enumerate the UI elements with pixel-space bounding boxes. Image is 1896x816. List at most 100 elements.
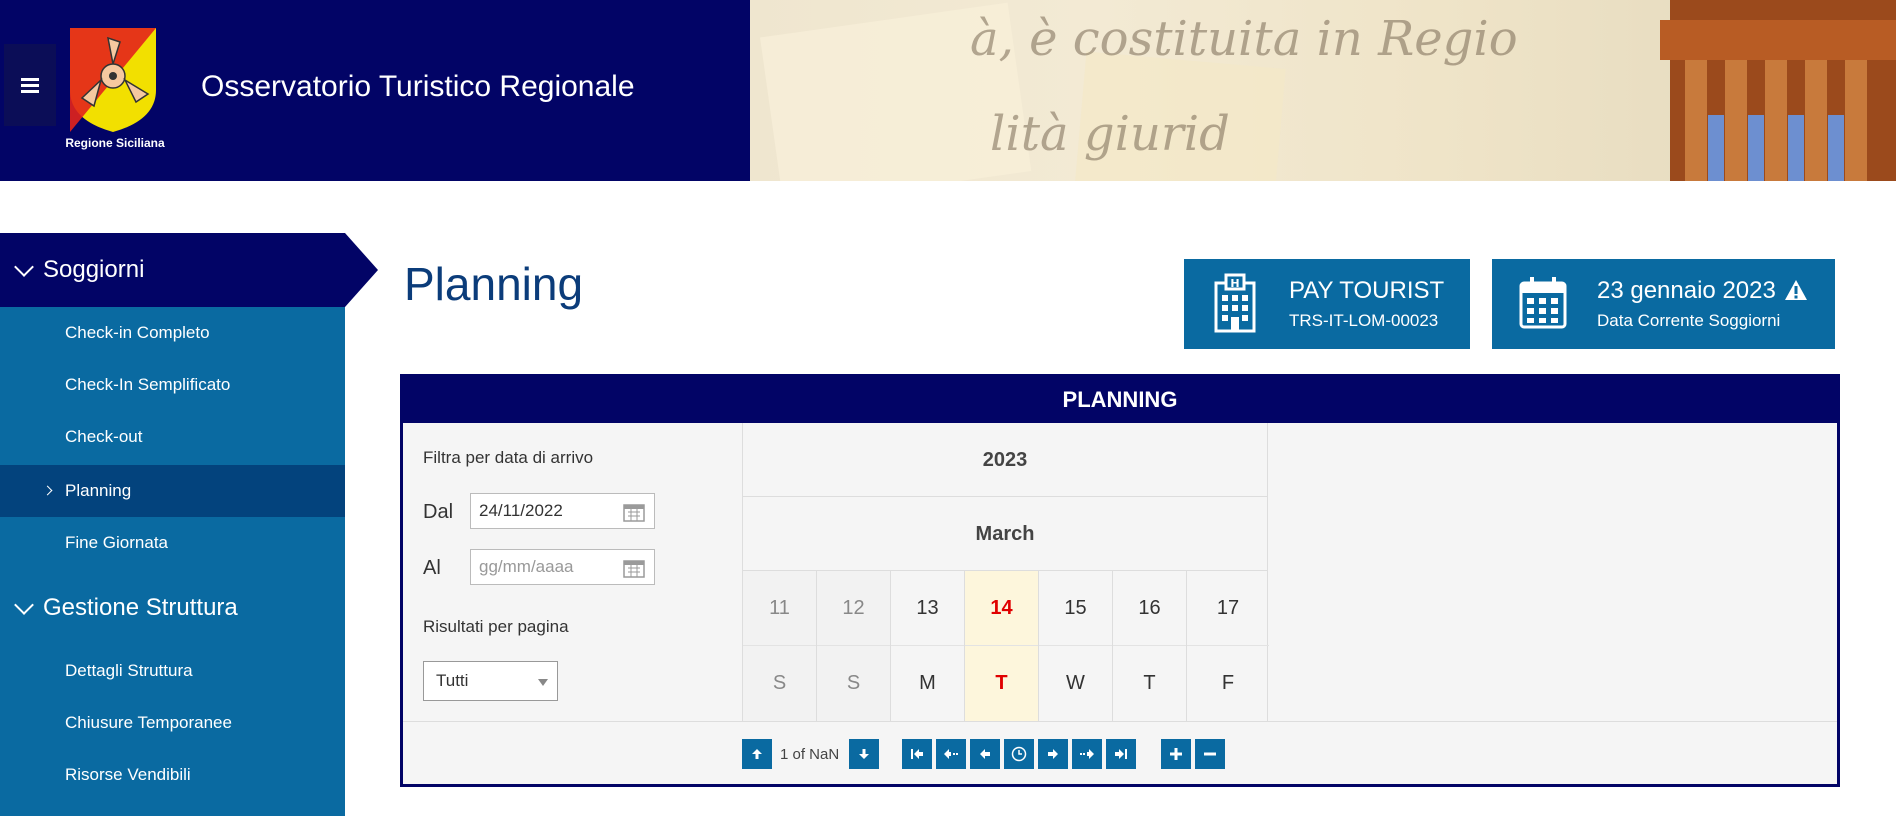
calendar-days-row: 11 S 12 S 13 M 14 T 15 W 16 T 17 F bbox=[743, 571, 1269, 721]
header-banner-image: à, è costituita in Regio lità giurid bbox=[750, 0, 1896, 181]
sidebar-section-soggiorni[interactable]: Soggiorni bbox=[0, 233, 378, 307]
to-label: Al bbox=[423, 557, 441, 579]
prev-icon bbox=[980, 749, 990, 759]
weekday-letter: T bbox=[995, 672, 1008, 694]
chevron-right-icon bbox=[42, 485, 53, 496]
weekday-letter: T bbox=[1143, 672, 1156, 694]
sidebar-item-label: Check-In Semplificato bbox=[65, 375, 231, 394]
weekday-letter: F bbox=[1221, 672, 1235, 694]
day-number: 12 bbox=[842, 597, 865, 619]
sidebar-item-label: Chiusure Temporanee bbox=[65, 713, 232, 732]
calendar-icon[interactable] bbox=[623, 558, 645, 578]
weekday-letter: S bbox=[772, 672, 787, 694]
day-number: 14 bbox=[990, 597, 1013, 619]
sidebar-item-label: Check-in Completo bbox=[65, 323, 210, 342]
next-page-button[interactable] bbox=[1072, 739, 1102, 769]
calendar-toolbar: 1 of NaN bbox=[403, 721, 1837, 784]
calendar-day[interactable]: 13 M bbox=[891, 571, 965, 721]
structure-code: TRS-IT-LOM-00023 bbox=[1289, 311, 1439, 330]
banner-script-line-2: lità giurid bbox=[990, 106, 1230, 162]
weekday-letter: W bbox=[1066, 672, 1085, 694]
menu-icon bbox=[21, 83, 39, 87]
sidebar-item-label: Fine Giornata bbox=[65, 533, 168, 552]
svg-text:H: H bbox=[1230, 277, 1239, 290]
zoom-in-button[interactable] bbox=[1161, 739, 1191, 769]
chevron-down-icon bbox=[14, 595, 34, 615]
structure-card[interactable]: H PAY TOURIST TRS-IT-LOM-00023 bbox=[1184, 259, 1470, 349]
to-date-placeholder: gg/mm/aaaa bbox=[479, 557, 574, 576]
site-header: Regione Siciliana Osservatorio Turistico… bbox=[0, 0, 1896, 181]
prev-page-button[interactable] bbox=[936, 739, 966, 769]
sidebar-item-chiusure-temporanee[interactable]: Chiusure Temporanee bbox=[0, 697, 345, 749]
banner-script-line-1: à, è costituita in Regio bbox=[970, 11, 1518, 67]
calendar-day-today[interactable]: 14 T bbox=[965, 571, 1039, 721]
sidebar-item-label: Check-out bbox=[65, 427, 143, 446]
today-button[interactable] bbox=[1004, 739, 1034, 769]
calendar-day[interactable]: 16 T bbox=[1113, 571, 1187, 721]
to-date-input[interactable]: gg/mm/aaaa bbox=[470, 549, 655, 585]
scroll-up-button[interactable] bbox=[742, 739, 772, 769]
from-date-input[interactable]: 24/11/2022 bbox=[470, 493, 655, 529]
next-page-icon bbox=[1080, 749, 1094, 759]
sidebar-item-check-out[interactable]: Check-out bbox=[0, 411, 345, 463]
last-button[interactable] bbox=[1106, 739, 1136, 769]
scroll-down-button[interactable] bbox=[849, 739, 879, 769]
day-number: 17 bbox=[1216, 597, 1240, 619]
last-icon bbox=[1115, 749, 1127, 759]
logo-caption: Regione Siciliana bbox=[65, 136, 165, 150]
hotel-icon: H bbox=[1214, 273, 1256, 333]
calendar-icon[interactable] bbox=[623, 502, 645, 522]
planning-panel-title: PLANNING bbox=[403, 377, 1837, 423]
from-date-value: 24/11/2022 bbox=[479, 501, 563, 520]
arrow-up-icon bbox=[752, 749, 762, 759]
current-date-caption: Data Corrente Soggiorni bbox=[1597, 311, 1781, 330]
regione-logo[interactable]: Regione Siciliana bbox=[60, 28, 170, 154]
day-number: 13 bbox=[916, 597, 939, 619]
prev-page-icon bbox=[944, 749, 958, 759]
calendar-year: 2023 bbox=[743, 423, 1267, 497]
planning-calendar: 2023 March 11 S 12 S 13 M 14 T 15 W 16 T 17 F bbox=[742, 423, 1269, 721]
zoom-out-button[interactable] bbox=[1195, 739, 1225, 769]
calendar-day[interactable]: 17 F bbox=[1187, 571, 1269, 721]
trinacria-shield-icon bbox=[70, 28, 156, 132]
page-title: Planning bbox=[404, 258, 584, 310]
calendar-month: March bbox=[743, 497, 1267, 571]
caret-down-icon bbox=[538, 679, 548, 686]
minus-icon bbox=[1204, 752, 1216, 756]
section-label: Gestione Struttura bbox=[43, 594, 238, 621]
hamburger-menu-button[interactable] bbox=[4, 44, 56, 126]
sidebar-item-label: Dettagli Struttura bbox=[65, 661, 193, 680]
clock-icon bbox=[1011, 746, 1027, 762]
weekday-letter: M bbox=[919, 672, 936, 694]
warning-icon bbox=[1784, 279, 1807, 300]
calendar-day[interactable]: 12 S bbox=[817, 571, 891, 721]
first-icon bbox=[911, 749, 923, 759]
next-button[interactable] bbox=[1038, 739, 1068, 769]
sidebar-item-planning[interactable]: Planning bbox=[0, 465, 345, 517]
current-date-card[interactable]: 23 gennaio 2023 Data Corrente Soggiorni bbox=[1492, 259, 1835, 349]
sidebar-item-label: Planning bbox=[65, 481, 132, 500]
from-label: Dal bbox=[423, 501, 454, 523]
first-button[interactable] bbox=[902, 739, 932, 769]
structure-name: PAY TOURIST bbox=[1289, 277, 1445, 304]
page-size-select[interactable]: Tutti bbox=[423, 661, 558, 701]
current-date: 23 gennaio 2023 bbox=[1597, 277, 1776, 304]
calendar-day[interactable]: 15 W bbox=[1039, 571, 1113, 721]
filter-caption: Filtra per data di arrivo bbox=[423, 448, 594, 467]
sidebar-nav: Soggiorni Check-in Completo Check-In Sem… bbox=[0, 233, 378, 816]
plus-icon bbox=[1170, 748, 1182, 760]
prev-button[interactable] bbox=[970, 739, 1000, 769]
sidebar-item-dettagli-struttura[interactable]: Dettagli Struttura bbox=[0, 645, 345, 697]
arrow-down-icon bbox=[859, 749, 869, 759]
sidebar-item-fine-giornata[interactable]: Fine Giornata bbox=[0, 517, 345, 569]
sidebar-item-check-in-completo[interactable]: Check-in Completo bbox=[0, 307, 345, 359]
calendar-day[interactable]: 11 S bbox=[743, 571, 817, 721]
sidebar-item-risorse-vendibili[interactable]: Risorse Vendibili bbox=[0, 749, 345, 801]
day-number: 15 bbox=[1064, 597, 1087, 619]
page-size-value: Tutti bbox=[436, 671, 469, 690]
sidebar-item-check-in-semplificato[interactable]: Check-In Semplificato bbox=[0, 359, 345, 411]
sidebar-section-gestione-struttura[interactable]: Gestione Struttura bbox=[0, 571, 345, 645]
page-size-label: Risultati per pagina bbox=[423, 617, 569, 636]
section-label: Soggiorni bbox=[43, 256, 145, 283]
chevron-down-icon bbox=[14, 257, 34, 277]
